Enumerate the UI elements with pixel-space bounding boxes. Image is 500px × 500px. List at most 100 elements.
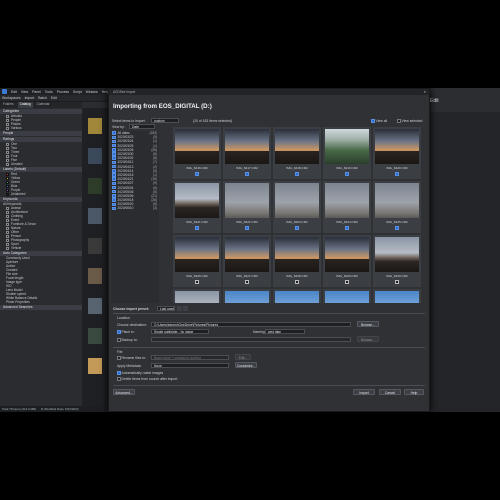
date-checkbox[interactable] <box>112 139 116 144</box>
thumbnail-cell[interactable]: IMG_6416.CR2 <box>173 127 221 179</box>
date-checkbox[interactable] <box>112 143 116 148</box>
photo-thumbnail[interactable] <box>225 129 269 164</box>
date-checkbox[interactable] <box>112 202 116 207</box>
date-checkbox[interactable] <box>112 169 116 173</box>
checkbox[interactable] <box>6 242 9 246</box>
photo-thumbnail[interactable] <box>375 129 419 164</box>
thumbnail-checkbox[interactable] <box>345 226 349 230</box>
checkbox[interactable] <box>6 142 9 146</box>
checkbox[interactable] <box>6 234 9 238</box>
import-button[interactable]: Import <box>25 96 35 100</box>
place-in-checkbox[interactable] <box>117 330 121 334</box>
menu-edit[interactable]: Edit <box>11 90 17 94</box>
file-thumbnail[interactable] <box>88 178 102 194</box>
photo-thumbnail[interactable] <box>175 237 219 272</box>
thumbnail-cell[interactable]: IMG_6425.CR2 <box>373 181 421 233</box>
thumbnail-checkbox[interactable] <box>295 226 299 230</box>
date-row[interactable]: 2020/06/10 (3) <box>111 206 159 210</box>
date-checkbox[interactable] <box>112 148 116 152</box>
photo-thumbnail[interactable] <box>275 129 319 164</box>
people-header[interactable]: People <box>0 131 82 136</box>
date-checkbox[interactable] <box>112 160 116 165</box>
checkbox[interactable] <box>6 122 9 126</box>
thumbnail-cell[interactable]: IMG_6419.CR2 <box>323 127 371 179</box>
thumbnail-checkbox[interactable] <box>245 226 249 230</box>
thumbnail-cell[interactable]: IMG_6428.CR2 <box>273 235 321 287</box>
checkbox[interactable] <box>6 218 9 222</box>
file-thumbnail[interactable] <box>88 118 102 134</box>
thumbnail-checkbox[interactable] <box>395 280 399 284</box>
label-item[interactable]: Unlabeled <box>0 192 82 196</box>
date-checkbox[interactable] <box>112 185 116 190</box>
thumbnail-checkbox[interactable] <box>395 172 399 176</box>
menu-window[interactable]: Window <box>86 90 98 94</box>
checkbox[interactable] <box>6 222 9 226</box>
naming-field[interactable]: wed lake <box>265 329 305 334</box>
delete-after-option[interactable]: Delete items from source after import <box>117 377 177 381</box>
checkbox[interactable] <box>6 126 9 130</box>
place-in-option[interactable]: Place in: <box>117 330 135 334</box>
edit-mode-button[interactable]: Edit <box>430 98 439 104</box>
date-checkbox[interactable] <box>112 181 116 186</box>
view-selected-option[interactable]: View selected <box>397 119 422 123</box>
date-checkbox[interactable] <box>112 173 116 177</box>
destination-field[interactable]: C:\Users\tommy\OneDrive\Pictures\Picture… <box>151 322 351 327</box>
checkbox[interactable] <box>6 238 9 242</box>
apply-metadata-dropdown[interactable]: None <box>151 363 229 368</box>
help-button[interactable]: Help <box>404 389 424 395</box>
file-thumbnail[interactable] <box>88 268 102 284</box>
checkbox[interactable] <box>6 154 9 158</box>
advanced-searches-header[interactable]: Advanced Searches <box>0 305 82 310</box>
checkbox[interactable] <box>6 158 9 162</box>
photo-thumbnail[interactable] <box>325 183 369 218</box>
rename-option[interactable]: Rename files to: <box>117 356 146 360</box>
destination-browse-button[interactable]: Browse... <box>357 321 379 327</box>
thumbnail-checkbox[interactable] <box>195 226 199 230</box>
edit-toolbar-button[interactable]: Edit <box>51 96 57 100</box>
thumbnail-cell[interactable]: IMG_6418.CR2 <box>273 127 321 179</box>
file-thumbnail[interactable] <box>88 148 102 164</box>
file-thumbnail[interactable] <box>88 358 102 374</box>
thumbnail-cell[interactable]: IMG_6427.CR2 <box>223 235 271 287</box>
checkbox[interactable] <box>6 162 9 166</box>
delete-after-checkbox[interactable] <box>117 377 121 381</box>
thumbnail-checkbox[interactable] <box>345 280 349 284</box>
checkbox[interactable] <box>6 246 9 250</box>
photo-thumbnail[interactable] <box>225 237 269 272</box>
thumbnail-checkbox[interactable] <box>245 172 249 176</box>
thumbnail-checkbox[interactable] <box>295 280 299 284</box>
photo-thumbnail[interactable] <box>175 129 219 164</box>
keyword-item[interactable]: Vehicle <box>0 246 82 250</box>
checkbox[interactable] <box>6 146 9 150</box>
checkbox[interactable] <box>6 150 9 154</box>
rename-dropdown[interactable]: Base name + sequence number <box>151 355 229 360</box>
checkbox[interactable] <box>6 230 9 234</box>
date-checkbox[interactable] <box>112 198 116 202</box>
photo-thumbnail[interactable] <box>375 183 419 218</box>
auto-category-item[interactable]: Photo Properties <box>0 300 82 304</box>
view-selected-radio[interactable] <box>397 119 401 123</box>
customize-button[interactable]: Customize... <box>235 362 257 368</box>
file-thumbnail[interactable] <box>88 328 102 344</box>
thumbnail-cell[interactable]: IMG_6420.CR2 <box>373 127 421 179</box>
cancel-button[interactable]: Cancel <box>379 389 401 395</box>
backup-field[interactable] <box>151 337 351 342</box>
photo-thumbnail[interactable] <box>225 183 269 218</box>
date-checkbox[interactable] <box>112 194 116 198</box>
category-item[interactable]: Various <box>0 126 82 130</box>
view-by-dropdown[interactable]: Date <box>129 124 155 129</box>
advanced-button[interactable]: Advanced... <box>113 389 135 395</box>
checkbox[interactable] <box>6 206 9 210</box>
thumbnail-checkbox[interactable] <box>395 226 399 230</box>
menu-script[interactable]: Script <box>73 90 82 94</box>
date-checkbox[interactable] <box>112 206 116 211</box>
photo-thumbnail[interactable] <box>275 183 319 218</box>
close-icon[interactable]: × <box>424 89 426 95</box>
checkbox[interactable] <box>6 210 9 214</box>
date-checkbox[interactable] <box>112 156 116 160</box>
delete-preset-icon[interactable] <box>183 306 188 311</box>
menu-view[interactable]: View <box>21 90 28 94</box>
photo-thumbnail[interactable] <box>375 237 419 272</box>
menu-tools[interactable]: Tools <box>45 90 53 94</box>
checkbox[interactable] <box>6 226 9 230</box>
